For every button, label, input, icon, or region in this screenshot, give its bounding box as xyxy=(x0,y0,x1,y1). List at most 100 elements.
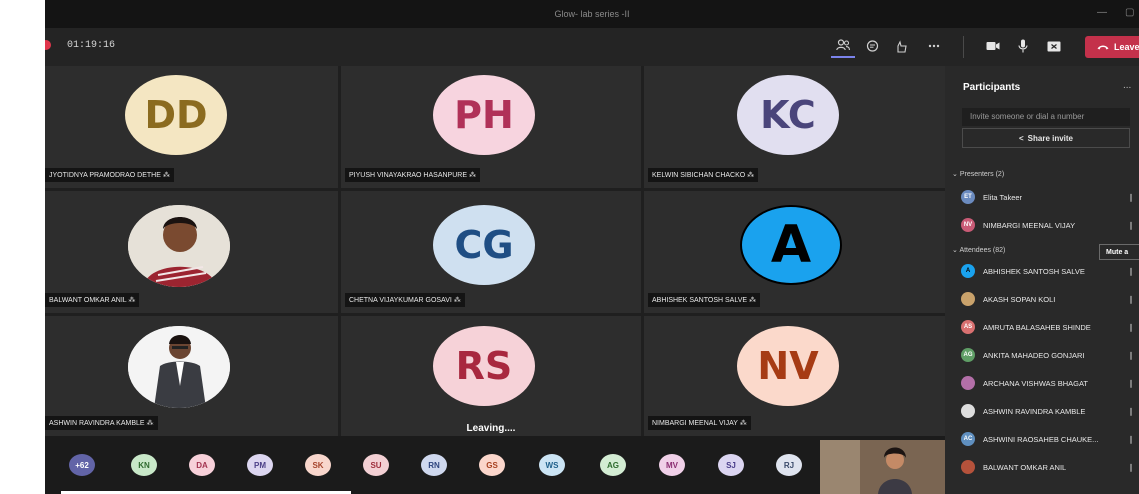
avatar: A xyxy=(961,264,975,278)
participant-name: AMRUTA BALASAHEB SHINDE xyxy=(983,322,1091,332)
participant-chip[interactable]: GS xyxy=(479,454,505,476)
recording-indicator-icon xyxy=(45,40,51,50)
avatar: KC xyxy=(737,75,839,155)
participant-name: ABHISHEK SANTOSH SALVE ⁂ xyxy=(648,293,761,307)
participant-tile[interactable]: RS Leaving.... xyxy=(341,316,641,436)
more-icon[interactable] xyxy=(922,34,946,58)
mic-off-icon: ⁂ xyxy=(468,172,476,179)
participant-name: KELWIN SIBICHAN CHACKO ⁂ xyxy=(648,168,759,182)
meeting-toolbar: 01:19:16 Leave xyxy=(45,28,1139,66)
profile-photo xyxy=(128,326,230,408)
invite-search-input[interactable]: Invite someone or dial a number xyxy=(962,108,1130,126)
participant-row[interactable]: NV NIMBARGI MEENAL VIJAY ∥ xyxy=(961,216,1139,234)
mic-off-icon: ∥ xyxy=(1129,192,1133,202)
participant-chip[interactable]: PM xyxy=(247,454,273,476)
participant-tile[interactable]: NV NIMBARGI MEENAL VIJAY ⁂ xyxy=(644,316,945,436)
participant-name: BALWANT OMKAR ANIL xyxy=(983,462,1067,472)
participant-chip[interactable]: KN xyxy=(131,454,157,476)
people-icon[interactable] xyxy=(831,34,855,58)
participant-row[interactable]: ET Elita Takeer ∥ xyxy=(961,188,1139,206)
participant-name: NIMBARGI MEENAL VIJAY ⁂ xyxy=(648,416,751,430)
participant-name: ASHWIN RAVINDRA KAMBLE ⁂ xyxy=(45,416,158,430)
participant-name: CHETNA VIJAYKUMAR GOSAVI ⁂ xyxy=(345,293,465,307)
mute-all-button[interactable]: Mute a xyxy=(1099,244,1139,260)
participant-chip[interactable]: AG xyxy=(600,454,626,476)
more-participants-chip[interactable]: +62 xyxy=(69,454,95,476)
participant-tile[interactable]: ASHWIN RAVINDRA KAMBLE ⁂ xyxy=(45,316,338,436)
mic-off-icon: ⁂ xyxy=(162,172,170,179)
participant-row[interactable]: ARCHANA VISHWAS BHAGAT ∥ xyxy=(961,374,1139,392)
share-screen-icon[interactable] xyxy=(1042,34,1066,58)
teams-meeting-window: Glow- lab series -II — ▢ 01:19:16 Leave … xyxy=(45,0,1139,494)
avatar: AG xyxy=(961,348,975,362)
minimize-button[interactable]: — xyxy=(1097,7,1107,18)
mic-off-icon: ∥ xyxy=(1129,294,1133,304)
avatar: NV xyxy=(737,326,839,406)
participant-chip[interactable]: SJ xyxy=(718,454,744,476)
participant-name: ABHISHEK SANTOSH SALVE xyxy=(983,266,1085,276)
mic-off-icon: ∥ xyxy=(1129,350,1133,360)
mic-off-icon: ⁂ xyxy=(128,297,136,304)
mic-off-icon: ∥ xyxy=(1129,322,1133,332)
mic-off-icon: ⁂ xyxy=(747,172,755,179)
participant-row[interactable]: AC ASHWINI RAOSAHEB CHAUKE... ∥ xyxy=(961,430,1139,448)
mic-off-icon: ∥ xyxy=(1129,434,1133,444)
participant-name: ASHWIN RAVINDRA KAMBLE xyxy=(983,406,1086,416)
video-grid: DD JYOTIDNYA PRAMODRAO DETHE ⁂ PH PIYUSH… xyxy=(45,66,945,436)
leaving-status: Leaving.... xyxy=(466,423,516,434)
self-video-preview[interactable] xyxy=(820,440,945,494)
participant-tile[interactable]: DD JYOTIDNYA PRAMODRAO DETHE ⁂ xyxy=(45,66,338,188)
avatar: NV xyxy=(961,218,975,232)
avatar: CG xyxy=(433,205,535,285)
participant-row[interactable]: A ABHISHEK SANTOSH SALVE ∥ xyxy=(961,262,1139,280)
phone-hangup-icon xyxy=(1097,45,1109,50)
chat-icon[interactable] xyxy=(860,34,884,58)
share-icon: < xyxy=(1018,133,1024,143)
participant-tile[interactable]: A ABHISHEK SANTOSH SALVE ⁂ xyxy=(644,191,945,313)
avatar: AS xyxy=(961,320,975,334)
participant-row[interactable]: AG ANKITA MAHADEO GONJARI ∥ xyxy=(961,346,1139,364)
mic-off-icon: ⁂ xyxy=(749,297,757,304)
share-invite-button[interactable]: < Share invite xyxy=(962,128,1130,148)
participant-chip[interactable]: RJ xyxy=(776,454,802,476)
participant-chip[interactable]: SK xyxy=(305,454,331,476)
mic-icon[interactable] xyxy=(1011,34,1035,58)
participant-row[interactable]: BALWANT OMKAR ANIL ∥ xyxy=(961,458,1139,476)
participant-tile[interactable]: CG CHETNA VIJAYKUMAR GOSAVI ⁂ xyxy=(341,191,641,313)
mic-off-icon: ⁂ xyxy=(739,420,747,427)
overflow-participants-bar: +62 KN DA PM SK SU RN GS WS AG MV SJ RJ xyxy=(45,436,945,494)
restore-button[interactable]: ▢ xyxy=(1125,7,1134,18)
participant-tile[interactable]: PH PIYUSH VINAYAKRAO HASANPURE ⁂ xyxy=(341,66,641,188)
panel-more-button[interactable]: ... xyxy=(1123,80,1131,91)
toolbar-divider xyxy=(963,36,964,58)
participant-row[interactable]: ASHWIN RAVINDRA KAMBLE ∥ xyxy=(961,402,1139,420)
leave-button[interactable]: Leave xyxy=(1085,36,1139,58)
participant-row[interactable]: AS AMRUTA BALASAHEB SHINDE ∥ xyxy=(961,318,1139,336)
mic-off-icon: ∥ xyxy=(1129,406,1133,416)
attendees-section-header[interactable]: ⌄ Attendees (82) xyxy=(952,246,1005,254)
mic-off-icon: ∥ xyxy=(1129,378,1133,388)
profile-photo xyxy=(128,205,230,287)
presenters-section-header[interactable]: ⌄ Presenters (2) xyxy=(952,170,1004,178)
participant-tile[interactable]: KC KELWIN SIBICHAN CHACKO ⁂ xyxy=(644,66,945,188)
participant-chip[interactable]: RN xyxy=(421,454,447,476)
meeting-timer: 01:19:16 xyxy=(67,40,116,51)
avatar xyxy=(961,292,975,306)
meeting-title: Glow- lab series -II xyxy=(554,9,630,19)
participant-name: NIMBARGI MEENAL VIJAY xyxy=(983,220,1076,230)
participant-chip[interactable]: MV xyxy=(659,454,685,476)
participant-name: Elita Takeer xyxy=(983,192,1023,202)
participant-row[interactable]: AKASH SOPAN KOLI ∥ xyxy=(961,290,1139,308)
reactions-icon[interactable] xyxy=(890,34,914,58)
avatar: DD xyxy=(125,75,227,155)
participant-tile[interactable]: BALWANT OMKAR ANIL ⁂ xyxy=(45,191,338,313)
participant-chip[interactable]: SU xyxy=(363,454,389,476)
participant-chip[interactable]: WS xyxy=(539,454,565,476)
participant-chip[interactable]: DA xyxy=(189,454,215,476)
mic-off-icon: ∥ xyxy=(1129,220,1133,230)
participant-name: PIYUSH VINAYAKRAO HASANPURE ⁂ xyxy=(345,168,480,182)
camera-icon[interactable] xyxy=(981,34,1005,58)
avatar xyxy=(961,460,975,474)
mic-off-icon: ⁂ xyxy=(453,297,461,304)
avatar: A xyxy=(740,205,842,285)
